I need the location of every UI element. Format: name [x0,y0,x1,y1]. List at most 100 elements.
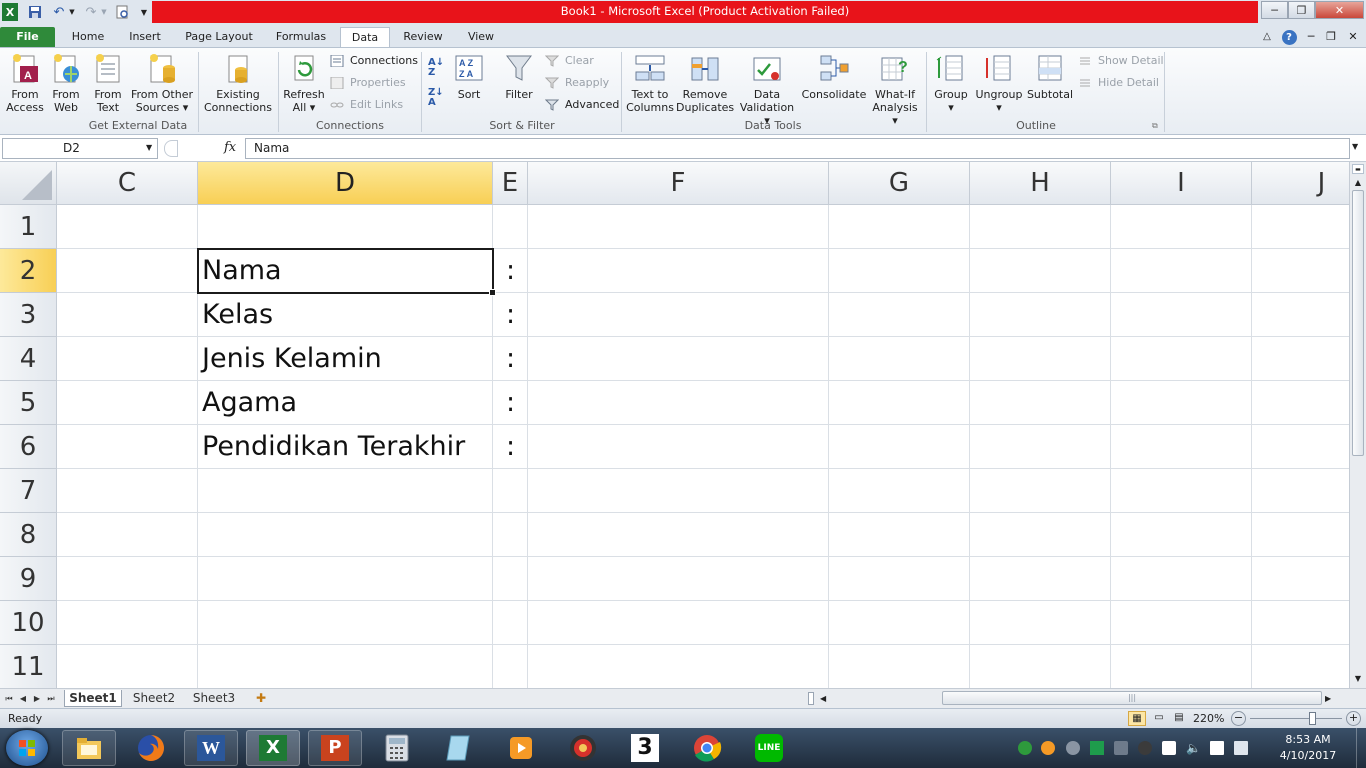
tray-device-icon[interactable] [1114,741,1128,755]
row-header-6[interactable]: 6 [0,425,57,469]
from-access-button[interactable]: A From Access [4,52,46,114]
sort-button[interactable]: A ZZ A Sort [451,52,487,101]
ungroup-button[interactable]: Ungroup ▾ [974,52,1024,114]
name-box[interactable]: D2 [2,138,158,159]
consolidate-button[interactable]: Consolidate [800,52,868,101]
last-sheet-icon[interactable]: ⏭ [46,690,56,707]
excel-icon[interactable]: X [246,730,300,766]
file-explorer-icon[interactable] [62,730,116,766]
restore-button[interactable]: ❐ [1288,1,1315,19]
existing-connections-button[interactable]: Existing Connections [202,52,274,114]
row-header-3[interactable]: 3 [0,293,57,337]
insert-function-icon[interactable]: fx [224,140,236,155]
tab-home[interactable]: Home [62,27,114,48]
save-icon[interactable] [26,3,44,21]
vertical-scroll-thumb[interactable] [1352,190,1364,456]
page-layout-view-icon[interactable]: ▭ [1150,711,1168,726]
prev-sheet-icon[interactable]: ◀ [18,690,28,707]
help-icon[interactable]: ? [1279,27,1299,48]
from-text-button[interactable]: From Text [88,52,128,114]
column-header-f[interactable]: F [528,162,829,205]
firefox-icon[interactable] [124,730,178,766]
advanced-filter-button[interactable]: Advanced [544,96,619,114]
redo-icon[interactable]: ↷ [82,3,100,21]
formula-bar-splitter[interactable] [164,140,178,157]
normal-view-icon[interactable]: ▦ [1128,711,1146,726]
media-player-icon[interactable] [494,730,548,766]
tab-review[interactable]: Review [396,27,450,48]
minimize-ribbon-icon[interactable]: △ [1258,27,1276,48]
scroll-up-icon[interactable]: ▲ [1351,176,1365,190]
name-box-dropdown-icon[interactable]: ▼ [146,143,152,152]
tray-settings-icon[interactable] [1066,741,1080,755]
print-preview-icon[interactable] [113,3,131,21]
three-app-icon[interactable]: 3 [618,730,672,766]
row-header-4[interactable]: 4 [0,337,57,381]
scroll-down-icon[interactable]: ▼ [1351,672,1365,686]
column-header-g[interactable]: G [829,162,970,205]
row-header-1[interactable]: 1 [0,205,57,249]
show-desktop-button[interactable] [1356,728,1366,768]
text-to-columns-button[interactable]: Text to Columns [626,52,674,114]
tab-view[interactable]: View [458,27,504,48]
tray-ea-icon[interactable] [1138,741,1152,755]
edit-links-button[interactable]: Edit Links [330,96,403,114]
row-header-7[interactable]: 7 [0,469,57,513]
redo-dropdown-icon[interactable]: ▼ [100,3,108,21]
select-all-corner[interactable] [0,162,57,205]
first-sheet-icon[interactable]: ⏮ [4,690,14,707]
zoom-level[interactable]: 220% [1193,712,1224,725]
word-icon[interactable]: W [184,730,238,766]
what-if-analysis-button[interactable]: ? What-If Analysis ▾ [868,52,922,127]
group-button[interactable]: Group ▾ [930,52,972,114]
horizontal-scroll-thumb[interactable]: ||| [942,691,1322,705]
row-header-2[interactable]: 2 [0,249,57,293]
system-clock[interactable]: 8:53 AM 4/10/2017 [1268,732,1348,764]
browser-orb-icon[interactable] [556,730,610,766]
cell-e6[interactable]: : [506,425,515,469]
tray-orange-icon[interactable] [1041,741,1055,755]
column-header-i[interactable]: I [1111,162,1252,205]
row-header-9[interactable]: 9 [0,557,57,601]
cell-e4[interactable]: : [506,337,515,381]
excel-logo-icon[interactable]: X [2,3,18,21]
dialog-launcher-icon[interactable]: ⧉ [1152,121,1158,131]
tray-green-icon[interactable] [1090,741,1104,755]
refresh-all-button[interactable]: Refresh All ▾ [282,52,326,114]
reapply-button[interactable]: Reapply [544,74,609,92]
page-break-view-icon[interactable]: ▤ [1170,711,1188,726]
hide-detail-button[interactable]: Hide Detail [1078,74,1159,92]
row-header-8[interactable]: 8 [0,513,57,557]
tray-k-icon[interactable] [1018,741,1032,755]
row-header-10[interactable]: 10 [0,601,57,645]
row-header-5[interactable]: 5 [0,381,57,425]
from-web-button[interactable]: From Web [46,52,86,114]
cell-d3[interactable]: Kelas [202,293,273,337]
scroll-right-icon[interactable]: ▶ [1325,690,1337,707]
customize-qat-icon[interactable]: ▼ [138,3,150,21]
volume-icon[interactable]: 🔈 [1186,741,1201,755]
cell-e3[interactable]: : [506,293,515,337]
next-sheet-icon[interactable]: ▶ [32,690,42,707]
column-header-h[interactable]: H [970,162,1111,205]
cell-e2[interactable]: : [506,249,515,293]
tray-flag-icon[interactable] [1162,741,1176,755]
tab-formulas[interactable]: Formulas [266,27,336,48]
close-button[interactable]: ✕ [1315,1,1364,19]
chrome-icon[interactable] [680,730,734,766]
properties-button[interactable]: Properties [330,74,406,92]
vertical-scrollbar[interactable]: ▬ ▲ ▼ [1349,162,1366,688]
connections-button[interactable]: Connections [330,52,418,70]
sort-z-to-a-button[interactable]: Z↓ A [428,88,448,110]
zoom-out-icon[interactable]: − [1231,711,1246,726]
line-icon[interactable]: LINE [742,730,796,766]
filter-button[interactable]: Filter [498,52,540,101]
cell-e5[interactable]: : [506,381,515,425]
powerpoint-icon[interactable]: P [308,730,362,766]
row-header-11[interactable]: 11 [0,645,57,688]
expand-formula-bar-icon[interactable]: ▼ [1352,142,1358,151]
tab-insert[interactable]: Insert [120,27,170,48]
sheet-tab-1[interactable]: Sheet1 [64,690,122,707]
column-header-d[interactable]: D [198,162,493,205]
insert-sheet-icon[interactable]: ✚ [250,690,272,707]
